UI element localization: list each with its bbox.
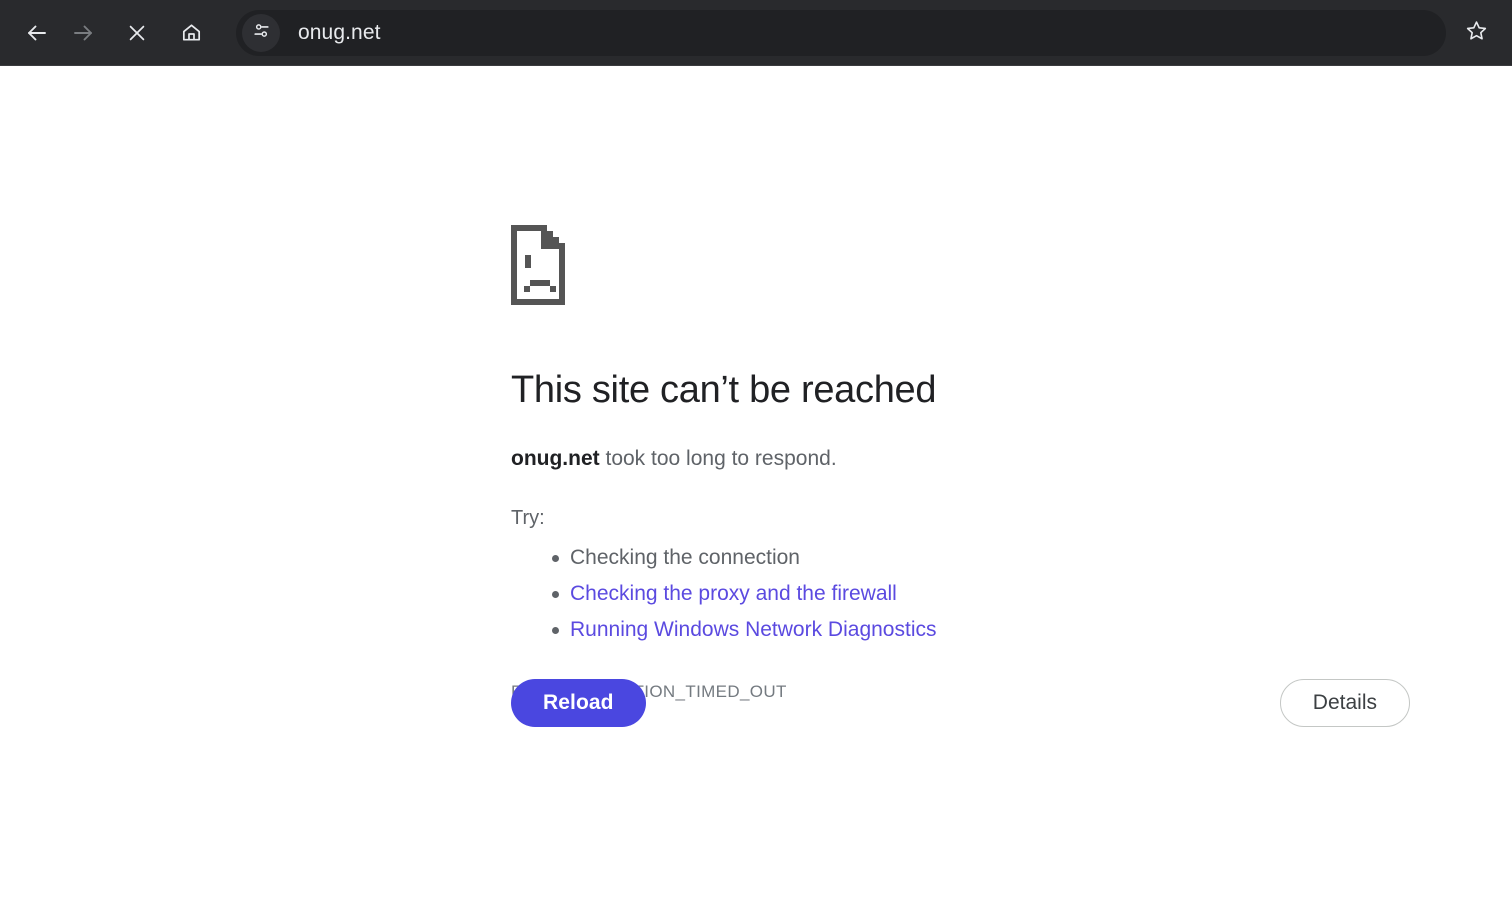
url-text[interactable]: onug.net [298, 10, 1440, 56]
reload-button[interactable]: Reload [511, 679, 646, 727]
close-x-icon [126, 22, 148, 44]
home-icon [180, 21, 203, 44]
button-row: Reload Details [511, 679, 1410, 727]
forward-arrow-icon [71, 21, 95, 45]
error-content: This site can’t be reached onug.net took… [511, 225, 1411, 702]
error-page: This site can’t be reached onug.net took… [0, 66, 1512, 921]
list-item: Checking the connection [511, 540, 1411, 576]
sad-page-icon [511, 225, 571, 305]
back-button[interactable] [14, 10, 60, 56]
star-outline-icon [1465, 19, 1488, 47]
list-item-network-diagnostics-link[interactable]: Running Windows Network Diagnostics [511, 612, 1411, 648]
list-item-proxy-firewall-link[interactable]: Checking the proxy and the firewall [511, 576, 1411, 612]
details-button[interactable]: Details [1279, 679, 1410, 727]
home-button[interactable] [168, 10, 214, 56]
bookmark-button[interactable] [1454, 11, 1498, 55]
stop-loading-button[interactable] [114, 10, 160, 56]
forward-button[interactable] [60, 10, 106, 56]
try-label: Try: [511, 506, 545, 529]
suggestion-list: Checking the connection Checking the pro… [511, 540, 1411, 648]
tune-sliders-icon [252, 21, 271, 45]
back-arrow-icon [25, 21, 49, 45]
browser-toolbar: onug.net [0, 0, 1512, 66]
page-title: This site can’t be reached [511, 369, 937, 411]
error-subtitle: onug.net took too long to respond. [511, 444, 1411, 474]
error-subtitle-rest: took too long to respond. [599, 446, 837, 470]
error-host: onug.net [511, 446, 600, 470]
address-bar[interactable]: onug.net [236, 9, 1446, 56]
site-information-button[interactable] [242, 13, 280, 52]
